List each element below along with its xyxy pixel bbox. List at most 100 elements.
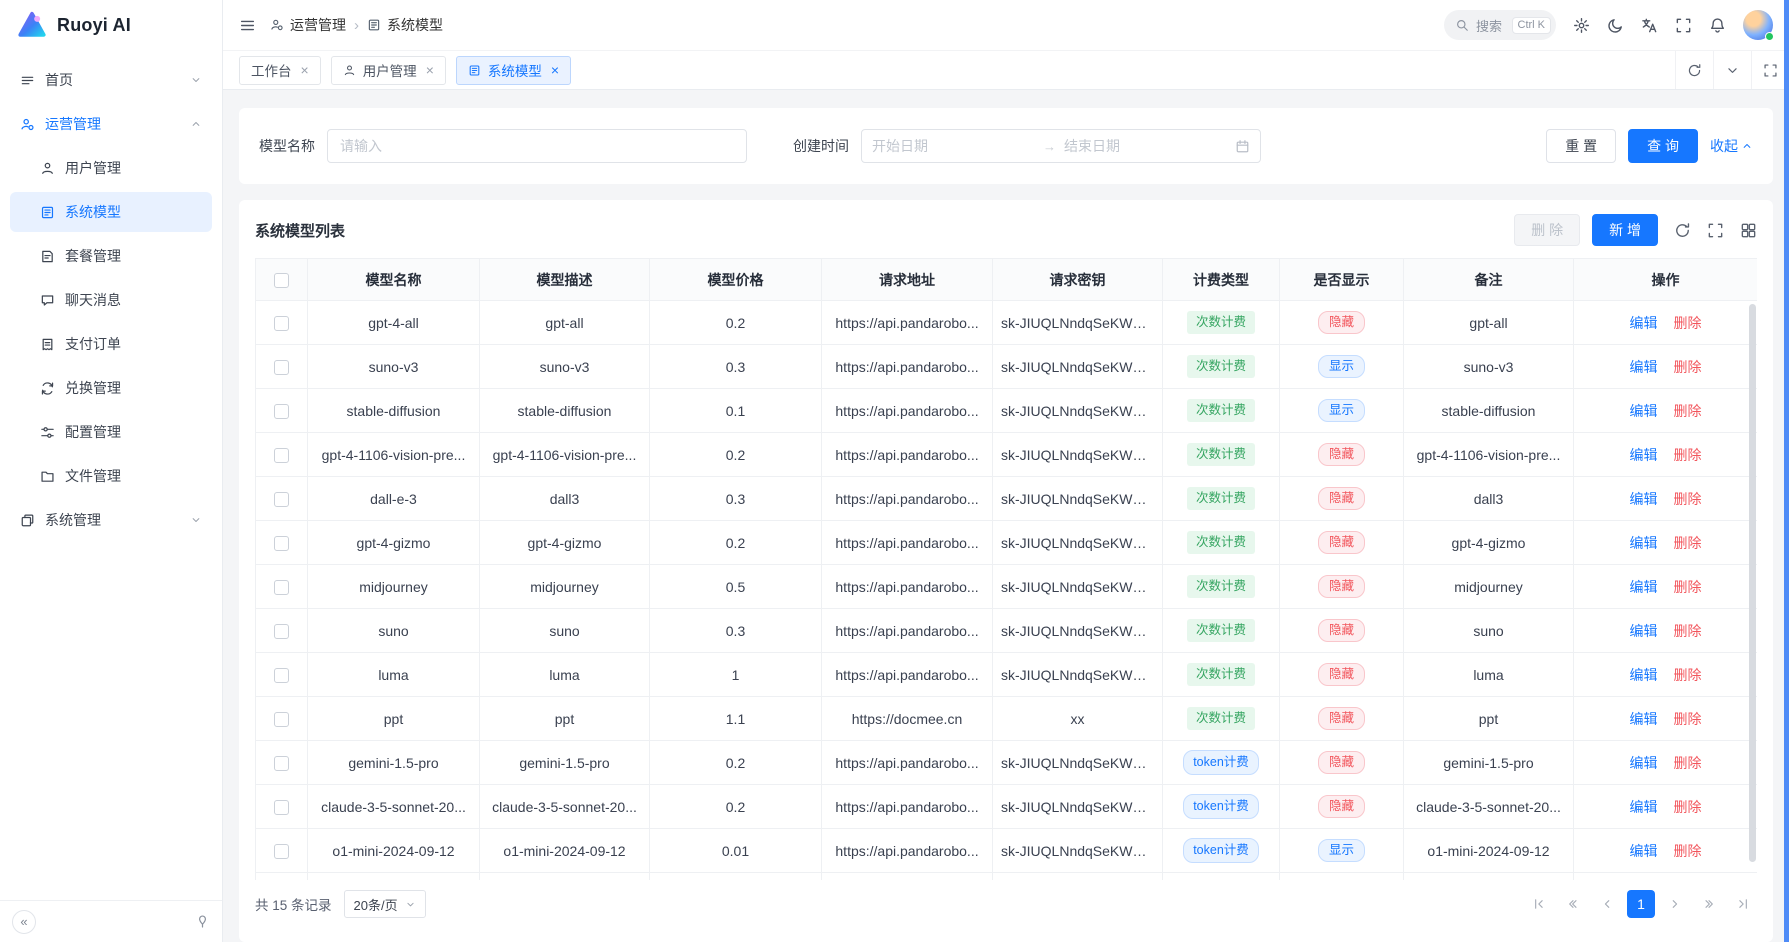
column-settings-icon[interactable] bbox=[1740, 222, 1757, 239]
delete-link[interactable]: 删除 bbox=[1674, 359, 1702, 375]
sidebar-item-1-6[interactable]: 配置管理 bbox=[10, 412, 212, 452]
row-checkbox[interactable] bbox=[274, 404, 289, 419]
reset-button[interactable]: 重 置 bbox=[1546, 129, 1616, 163]
model-desc-cell: claude-3-5-sonnet-20... bbox=[492, 799, 637, 815]
edit-link[interactable]: 编辑 bbox=[1630, 579, 1658, 595]
sidebar-item-1-0[interactable]: 用户管理 bbox=[10, 148, 212, 188]
sidebar-item-label: 兑换管理 bbox=[65, 378, 121, 398]
notifications-bell-icon[interactable] bbox=[1709, 17, 1726, 34]
delete-link[interactable]: 删除 bbox=[1674, 535, 1702, 551]
delete-link[interactable]: 删除 bbox=[1674, 447, 1702, 463]
page-1-button[interactable]: 1 bbox=[1627, 890, 1655, 918]
sidebar-group-0[interactable]: 首页 bbox=[10, 60, 212, 100]
tab-2[interactable]: 用户管理× bbox=[331, 56, 446, 85]
row-checkbox[interactable] bbox=[274, 360, 289, 375]
sidebar-item-1-3[interactable]: 聊天消息 bbox=[10, 280, 212, 320]
row-checkbox[interactable] bbox=[274, 316, 289, 331]
sidebar-item-1-7[interactable]: 文件管理 bbox=[10, 456, 212, 496]
edit-link[interactable]: 编辑 bbox=[1630, 799, 1658, 815]
edit-link[interactable]: 编辑 bbox=[1630, 535, 1658, 551]
sidebar-group-1[interactable]: 运营管理 bbox=[10, 104, 212, 144]
page-jump-back-button[interactable] bbox=[1559, 890, 1587, 918]
model-price-cell: 1.1 bbox=[726, 711, 745, 727]
sidebar-item-1-2[interactable]: 套餐管理 bbox=[10, 236, 212, 276]
open-tabs: 工作台× 用户管理× 系统模型× bbox=[239, 56, 571, 85]
edit-link[interactable]: 编辑 bbox=[1630, 711, 1658, 727]
row-checkbox[interactable] bbox=[274, 800, 289, 815]
row-checkbox[interactable] bbox=[274, 844, 289, 859]
delete-link[interactable]: 删除 bbox=[1674, 403, 1702, 419]
edit-link[interactable]: 编辑 bbox=[1630, 315, 1658, 331]
table-scrollbar-thumb[interactable] bbox=[1749, 304, 1756, 862]
menu-toggle-icon[interactable] bbox=[239, 17, 256, 34]
row-checkbox[interactable] bbox=[274, 756, 289, 771]
delete-link[interactable]: 删除 bbox=[1674, 623, 1702, 639]
row-checkbox[interactable] bbox=[274, 492, 289, 507]
table-refresh-icon[interactable] bbox=[1674, 222, 1691, 239]
row-checkbox[interactable] bbox=[274, 712, 289, 727]
edit-link[interactable]: 编辑 bbox=[1630, 403, 1658, 419]
row-checkbox[interactable] bbox=[274, 448, 289, 463]
sidebar-group-2[interactable]: 系统管理 bbox=[10, 500, 212, 540]
date-range-input[interactable]: 开始日期 → 结束日期 bbox=[861, 129, 1261, 163]
page-jump-forward-button[interactable] bbox=[1695, 890, 1723, 918]
request-url-cell: https://api.pandarobo... bbox=[835, 623, 978, 639]
row-checkbox[interactable] bbox=[274, 624, 289, 639]
row-checkbox[interactable] bbox=[274, 668, 289, 683]
page-prev-button[interactable] bbox=[1593, 890, 1621, 918]
edit-link[interactable]: 编辑 bbox=[1630, 667, 1658, 683]
sidebar-item-1-1[interactable]: 系统模型 bbox=[10, 192, 212, 232]
page-first-button[interactable] bbox=[1525, 890, 1553, 918]
edit-link[interactable]: 编辑 bbox=[1630, 755, 1658, 771]
tab-1[interactable]: 工作台× bbox=[239, 56, 321, 85]
header-checkbox[interactable] bbox=[274, 273, 289, 288]
bulk-delete-button[interactable]: 删 除 bbox=[1514, 214, 1580, 246]
model-name-cell: dall-e-3 bbox=[370, 491, 417, 507]
breadcrumb-item-operations[interactable]: 运营管理 bbox=[270, 15, 346, 35]
edit-link[interactable]: 编辑 bbox=[1630, 491, 1658, 507]
window-scrollbar[interactable] bbox=[1784, 0, 1789, 942]
remark-cell: gpt-all bbox=[1469, 315, 1507, 331]
delete-link[interactable]: 删除 bbox=[1674, 579, 1702, 595]
model-price-cell: 1 bbox=[732, 667, 740, 683]
delete-link[interactable]: 删除 bbox=[1674, 799, 1702, 815]
add-button[interactable]: 新 增 bbox=[1592, 214, 1658, 246]
delete-link[interactable]: 删除 bbox=[1674, 843, 1702, 859]
tab-menu-chevron-icon[interactable] bbox=[1713, 51, 1751, 89]
delete-link[interactable]: 删除 bbox=[1674, 711, 1702, 727]
edit-link[interactable]: 编辑 bbox=[1630, 623, 1658, 639]
breadcrumb-item-system-model[interactable]: 系统模型 bbox=[367, 15, 443, 35]
row-checkbox[interactable] bbox=[274, 536, 289, 551]
model-name-input[interactable] bbox=[327, 129, 747, 163]
page-next-button[interactable] bbox=[1661, 890, 1689, 918]
edit-link[interactable]: 编辑 bbox=[1630, 843, 1658, 859]
delete-link[interactable]: 删除 bbox=[1674, 315, 1702, 331]
global-search[interactable]: 搜索 Ctrl K bbox=[1444, 10, 1556, 40]
table-fullscreen-icon[interactable] bbox=[1707, 222, 1724, 239]
translate-icon[interactable] bbox=[1641, 17, 1658, 34]
page-size-select[interactable]: 20条/页 bbox=[344, 890, 426, 918]
tab-close-icon[interactable]: × bbox=[426, 63, 434, 77]
fullscreen-icon[interactable] bbox=[1675, 17, 1692, 34]
billing-type-badge: 次数计费 bbox=[1187, 399, 1255, 422]
query-button[interactable]: 查 询 bbox=[1628, 129, 1698, 163]
delete-link[interactable]: 删除 bbox=[1674, 667, 1702, 683]
user-avatar[interactable] bbox=[1743, 10, 1773, 40]
dark-mode-moon-icon[interactable] bbox=[1607, 17, 1624, 34]
page-last-button[interactable] bbox=[1729, 890, 1757, 918]
settings-gear-icon[interactable] bbox=[1573, 17, 1590, 34]
sidebar-item-1-5[interactable]: 兑换管理 bbox=[10, 368, 212, 408]
tab-close-icon[interactable]: × bbox=[301, 63, 309, 77]
tab-close-icon[interactable]: × bbox=[551, 63, 559, 77]
delete-link[interactable]: 删除 bbox=[1674, 491, 1702, 507]
collapse-filter-link[interactable]: 收起 bbox=[1710, 136, 1753, 156]
edit-link[interactable]: 编辑 bbox=[1630, 447, 1658, 463]
edit-link[interactable]: 编辑 bbox=[1630, 359, 1658, 375]
row-checkbox[interactable] bbox=[274, 580, 289, 595]
delete-link[interactable]: 删除 bbox=[1674, 755, 1702, 771]
sidebar-item-1-4[interactable]: 支付订单 bbox=[10, 324, 212, 364]
tab-3[interactable]: 系统模型× bbox=[456, 56, 571, 85]
refresh-page-icon[interactable] bbox=[1675, 51, 1713, 89]
sidebar-collapse-button[interactable]: « bbox=[12, 910, 36, 934]
pin-icon[interactable] bbox=[195, 914, 210, 929]
